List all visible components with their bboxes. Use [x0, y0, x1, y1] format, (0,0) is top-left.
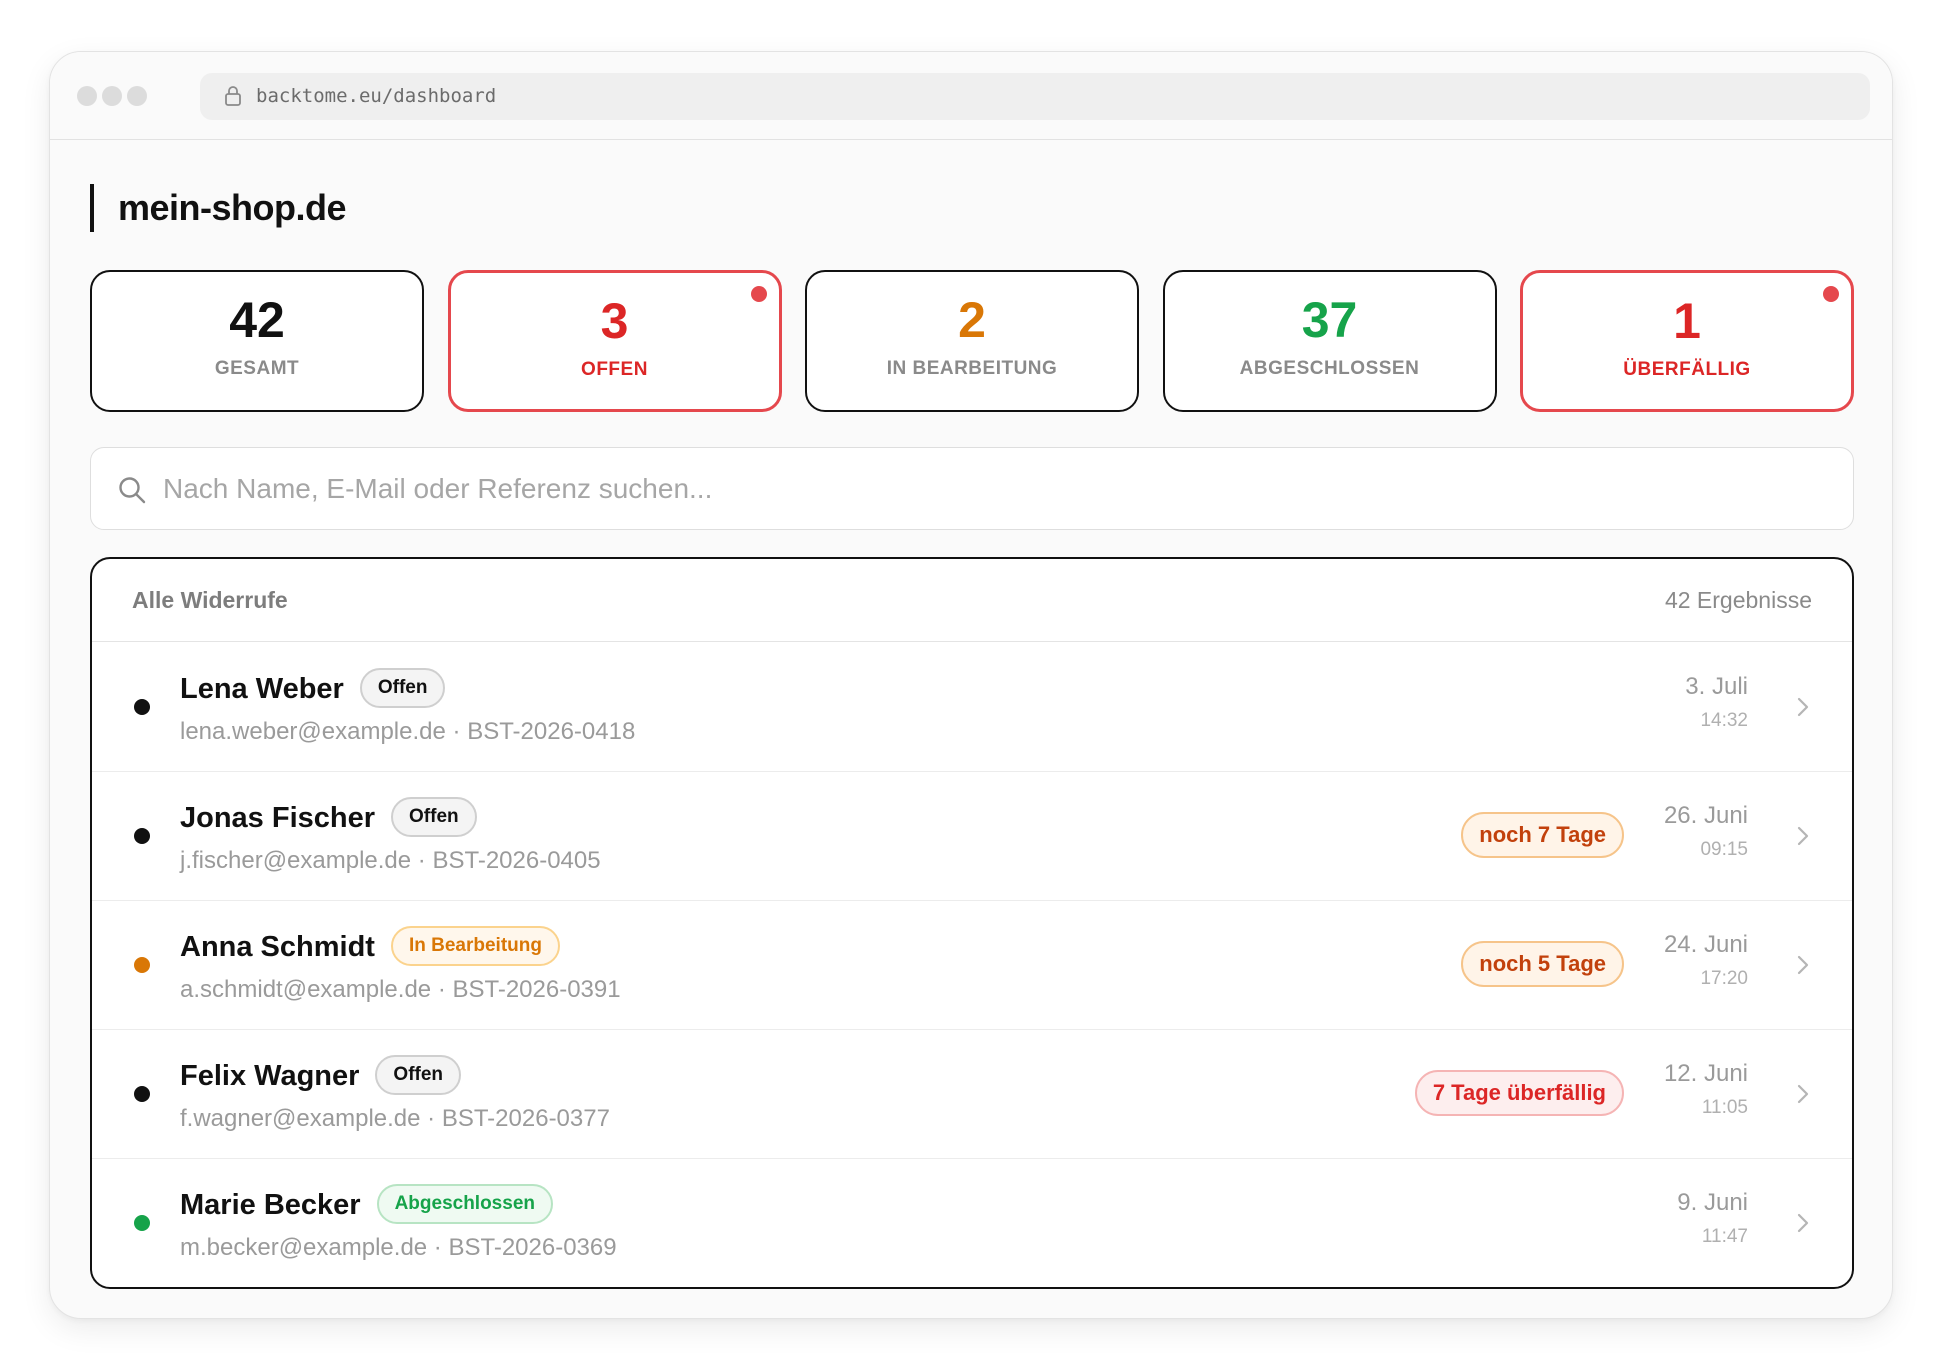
row-time: 14:32	[1700, 710, 1748, 731]
list-item[interactable]: Jonas Fischer Offen j.fischer@example.de ·…	[92, 772, 1852, 901]
alert-indicator-dot	[750, 286, 767, 302]
customer-name: Jonas Fischer	[180, 802, 376, 834]
row-date: 26. Juni	[1663, 802, 1748, 829]
result-count: 42 Ergebnisse	[1664, 587, 1812, 613]
row-time: 09:15	[1700, 839, 1748, 860]
customer-email: m.becker@example.de	[180, 1234, 428, 1261]
deadline-badge: noch 7 Tage	[1461, 812, 1624, 858]
list-header: Alle Widerrufe 42 Ergebnisse	[92, 559, 1852, 642]
stat-label: ABGESCHLOSSEN	[1239, 358, 1420, 379]
row-date: 3. Juli	[1685, 673, 1748, 700]
order-reference: BST-2026-0391	[452, 976, 621, 1003]
row-date: 24. Juni	[1663, 931, 1748, 958]
customer-email: lena.weber@example.de	[180, 718, 446, 745]
row-date: 12. Juni	[1663, 1060, 1748, 1087]
lock-icon	[225, 86, 241, 106]
alert-indicator-dot	[1823, 286, 1839, 302]
customer-name: Anna Schmidt	[180, 931, 375, 963]
address-url: backtome.eu/dashboard	[256, 85, 497, 107]
search-input[interactable]	[163, 468, 1823, 510]
chevron-right-icon[interactable]	[1796, 1211, 1810, 1235]
stats-row: 42 GESAMT 3 OFFEN 2 IN BEARBEITUNG 37 ABGESCHLO…	[90, 270, 1854, 412]
list-item[interactable]: Marie Becker Abgeschlossen m.becker@exampl…	[92, 1159, 1852, 1287]
customer-email: f.wagner@example.de	[180, 1105, 421, 1132]
stat-label: IN BEARBEITUNG	[886, 358, 1058, 379]
status-badge: Abgeschlossen	[376, 1184, 553, 1224]
stat-value: 2	[958, 292, 986, 348]
customer-name: Felix Wagner	[180, 1060, 360, 1092]
status-badge: In Bearbeitung	[390, 926, 560, 966]
search-box[interactable]	[90, 447, 1854, 530]
customer-email: a.schmidt@example.de	[180, 976, 432, 1003]
status-dot	[134, 1086, 150, 1102]
window-maximize-dot[interactable]	[127, 86, 147, 106]
page-title: mein-shop.de	[90, 184, 347, 232]
stat-value: 1	[1673, 293, 1701, 349]
stat-value: 37	[1301, 292, 1358, 348]
browser-titlebar: backtome.eu/dashboard	[50, 52, 1892, 140]
status-dot	[134, 957, 150, 973]
list-item[interactable]: Anna Schmidt In Bearbeitung a.schmidt@exam…	[92, 901, 1852, 1030]
customer-email: j.fischer@example.de	[180, 847, 412, 874]
stat-label: OFFEN	[581, 359, 648, 380]
status-dot	[134, 828, 150, 844]
stat-card-in-progress[interactable]: 2 IN BEARBEITUNG	[805, 270, 1139, 412]
order-reference: BST-2026-0418	[467, 718, 636, 745]
row-subline: a.schmidt@example.de · BST-2026-0391	[180, 976, 621, 1003]
status-badge: Offen	[375, 1055, 462, 1095]
order-reference: BST-2026-0369	[448, 1234, 617, 1261]
row-time: 17:20	[1700, 968, 1748, 989]
customer-name: Marie Becker	[180, 1189, 361, 1221]
list-item[interactable]: Felix Wagner Offen f.wagner@example.de · B…	[92, 1030, 1852, 1159]
stat-card-completed[interactable]: 37 ABGESCHLOSSEN	[1162, 270, 1497, 412]
row-subline: j.fischer@example.de · BST-2026-0405	[180, 847, 601, 874]
returns-list: Alle Widerrufe 42 Ergebnisse Lena Weber O…	[90, 557, 1854, 1289]
stat-value: 3	[600, 293, 629, 349]
row-subline: lena.weber@example.de · BST-2026-0418	[180, 718, 636, 745]
stat-card-overdue[interactable]: 1 ÜBERFÄLLIG	[1520, 270, 1854, 412]
chevron-right-icon[interactable]	[1796, 1082, 1810, 1106]
order-reference: BST-2026-0377	[441, 1105, 610, 1132]
chevron-right-icon[interactable]	[1796, 824, 1810, 848]
search-icon	[119, 477, 146, 504]
row-time: 11:47	[1701, 1226, 1748, 1247]
status-dot	[134, 1215, 150, 1231]
browser-window: backtome.eu/dashboard mein-shop.de 42 GES…	[49, 51, 1893, 1319]
row-subline: f.wagner@example.de · BST-2026-0377	[180, 1105, 610, 1132]
window-minimize-dot[interactable]	[102, 86, 122, 106]
row-date: 9. Juni	[1677, 1189, 1748, 1216]
row-time: 11:05	[1701, 1097, 1748, 1118]
stat-value: 42	[229, 292, 285, 348]
stat-label: GESAMT	[214, 358, 300, 379]
list-item[interactable]: Lena Weber Offen lena.weber@example.de · B…	[92, 643, 1852, 772]
chevron-right-icon[interactable]	[1796, 953, 1810, 977]
stat-label: ÜBERFÄLLIG	[1623, 359, 1751, 380]
deadline-badge: 7 Tage überfällig	[1414, 1070, 1624, 1116]
chevron-right-icon[interactable]	[1796, 695, 1810, 719]
address-bar[interactable]: backtome.eu/dashboard	[200, 73, 1870, 120]
window-close-dot[interactable]	[77, 86, 97, 106]
deadline-badge: noch 5 Tage	[1461, 941, 1624, 987]
order-reference: BST-2026-0405	[432, 847, 601, 874]
status-dot	[134, 699, 150, 715]
status-badge: Offen	[359, 668, 446, 708]
status-badge: Offen	[391, 797, 477, 837]
list-title: Alle Widerrufe	[132, 587, 288, 613]
stat-card-open[interactable]: 3 OFFEN	[447, 270, 782, 412]
stat-card-total[interactable]: 42 GESAMT	[90, 270, 424, 412]
row-subline: m.becker@example.de · BST-2026-0369	[180, 1234, 617, 1261]
customer-name: Lena Weber	[180, 673, 344, 705]
